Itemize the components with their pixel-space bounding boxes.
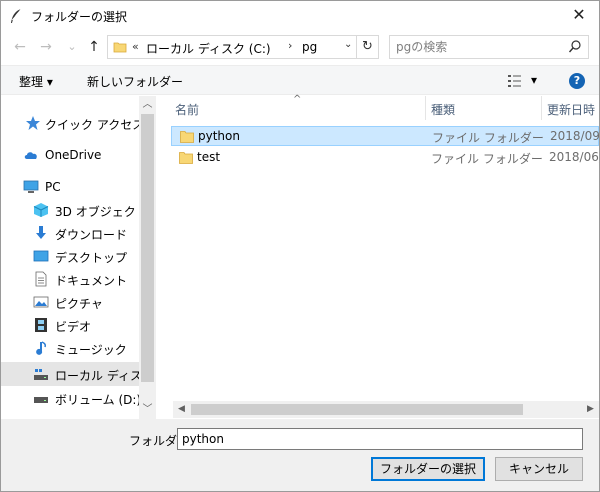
- column-header-modified[interactable]: 更新日時: [547, 101, 595, 118]
- sidebar-item-local-disk-c[interactable]: ローカル ディスク (C: [1, 362, 171, 386]
- sidebar-item-music[interactable]: ミュージック: [1, 337, 139, 359]
- refresh-icon[interactable]: ↻: [357, 35, 379, 59]
- file-type: ファイル フォルダー: [431, 152, 543, 166]
- breadcrumb-local-disk[interactable]: ローカル ディスク (C:): [146, 40, 271, 57]
- up-arrow-icon[interactable]: ↑: [85, 37, 103, 57]
- scrollbar-thumb[interactable]: [141, 114, 154, 382]
- search-icon[interactable]: [568, 39, 582, 55]
- horizontal-scrollbar[interactable]: ◀ ▶: [173, 401, 599, 418]
- drive-icon: [34, 369, 48, 380]
- sidebar-item-label: ドキュメント: [55, 274, 128, 288]
- sidebar-item-label: ビデオ: [55, 320, 92, 334]
- folder-icon: [113, 42, 127, 53]
- folder-picker-dialog: フォルダーの選択 ✕ ← → ⌄ ↑ « ローカル ディスク (C:) › pg…: [0, 0, 600, 492]
- view-dropdown-icon: ▾: [531, 73, 538, 87]
- change-view-button[interactable]: ▾: [507, 73, 541, 88]
- sidebar-item-documents[interactable]: ドキュメント: [1, 268, 139, 290]
- sidebar-item-label: ミュージック: [55, 343, 127, 357]
- file-date: 2018/09/1: [550, 129, 600, 143]
- view-list-icon: [508, 75, 521, 87]
- cube-icon: [33, 203, 49, 217]
- close-icon[interactable]: ✕: [567, 5, 591, 27]
- document-icon: [35, 271, 47, 287]
- file-date: 2018/06/2: [549, 150, 599, 164]
- sidebar-item-label: クイック アクセス: [45, 118, 145, 132]
- file-row-python[interactable]: python ファイル フォルダー 2018/09/1: [171, 126, 599, 146]
- address-dropdown-icon[interactable]: ⌄: [344, 39, 352, 50]
- column-divider[interactable]: [541, 96, 542, 120]
- sidebar-item-pictures[interactable]: ピクチャ: [1, 291, 139, 313]
- drive-icon: [34, 397, 48, 403]
- column-header-row: ^ 名前 種類 更新日時: [157, 94, 599, 120]
- help-icon[interactable]: ?: [569, 73, 585, 89]
- window-title: フォルダーの選択: [31, 10, 128, 24]
- sidebar-item-pc[interactable]: PC: [1, 176, 139, 198]
- forward-arrow-icon[interactable]: →: [37, 37, 55, 57]
- file-name: python: [198, 129, 240, 143]
- column-divider[interactable]: [425, 96, 426, 120]
- select-folder-button[interactable]: フォルダーの選択: [371, 457, 485, 481]
- folder-icon: [179, 152, 193, 164]
- monitor-icon: [23, 180, 39, 193]
- recent-locations-icon[interactable]: ⌄: [63, 37, 81, 57]
- scroll-left-icon[interactable]: ◀: [173, 401, 190, 418]
- search-box[interactable]: [389, 35, 589, 59]
- column-header-name[interactable]: 名前: [175, 101, 199, 118]
- title-bar: フォルダーの選択 ✕: [1, 1, 599, 31]
- scroll-up-icon[interactable]: ︿: [139, 96, 156, 113]
- sidebar-item-volume-d[interactable]: ボリューム (D:): [1, 387, 142, 409]
- breadcrumb-separator-icon[interactable]: ›: [288, 39, 292, 52]
- back-arrow-icon[interactable]: ←: [11, 37, 29, 57]
- sidebar-item-3d-objects[interactable]: 3D オブジェクト: [1, 199, 148, 221]
- scrollbar-thumb[interactable]: [191, 404, 523, 415]
- navigation-scrollbar[interactable]: ︿ ﹀: [139, 96, 156, 419]
- sidebar-item-videos[interactable]: ビデオ: [1, 314, 139, 336]
- feather-icon: [11, 8, 22, 23]
- music-icon: [36, 341, 46, 355]
- scroll-right-icon[interactable]: ▶: [582, 401, 599, 418]
- sidebar-item-label: PC: [45, 180, 61, 194]
- download-icon: [36, 226, 46, 239]
- search-input[interactable]: [396, 39, 556, 55]
- sidebar-item-label: デスクトップ: [55, 251, 128, 265]
- column-header-type[interactable]: 種類: [431, 101, 455, 118]
- sidebar-item-label: OneDrive: [45, 148, 102, 162]
- file-row-test[interactable]: test ファイル フォルダー 2018/06/2: [171, 148, 599, 168]
- organize-button[interactable]: 整理 ▾: [19, 73, 53, 90]
- sidebar-item-quick-access[interactable]: クイック アクセス: [1, 112, 144, 134]
- star-icon: [26, 116, 40, 130]
- sidebar-item-onedrive[interactable]: OneDrive: [1, 144, 139, 166]
- new-folder-button[interactable]: 新しいフォルダー: [87, 73, 183, 90]
- dialog-footer: フォルダー: フォルダーの選択 キャンセル: [1, 419, 599, 491]
- cancel-button[interactable]: キャンセル: [495, 457, 583, 481]
- desktop-icon: [33, 250, 49, 262]
- address-bar[interactable]: « ローカル ディスク (C:) › pg ⌄: [107, 35, 357, 59]
- sidebar-item-label: ピクチャ: [55, 297, 103, 311]
- command-bar: 整理 ▾ 新しいフォルダー ▾ ?: [1, 65, 599, 95]
- overflow-chevron-icon[interactable]: «: [132, 40, 139, 53]
- sidebar-item-label: 3D オブジェクト: [55, 205, 148, 219]
- pictures-icon: [33, 296, 49, 308]
- sort-ascending-icon: ^: [293, 94, 302, 105]
- sidebar-item-downloads[interactable]: ダウンロード: [1, 222, 139, 244]
- cloud-icon: [24, 152, 37, 159]
- video-icon: [35, 318, 47, 332]
- file-list: ^ 名前 種類 更新日時 python ファイル フォルダー 2018/09/1…: [157, 94, 599, 419]
- file-type: ファイル フォルダー: [432, 131, 544, 145]
- address-row: ← → ⌄ ↑ « ローカル ディスク (C:) › pg ⌄ ↻: [1, 33, 599, 63]
- folder-icon: [180, 131, 194, 143]
- sidebar-item-label: ダウンロード: [55, 228, 128, 242]
- sidebar-item-desktop[interactable]: デスクトップ: [1, 245, 139, 267]
- navigation-pane: クイック アクセス OneDrive PC 3D オブジェクト ダウンロード デ…: [1, 96, 171, 419]
- scroll-down-icon[interactable]: ﹀: [139, 401, 156, 418]
- folder-field[interactable]: [177, 428, 583, 450]
- sidebar-item-label: ボリューム (D:): [55, 393, 142, 407]
- breadcrumb-pg[interactable]: pg: [302, 40, 317, 54]
- file-name: test: [197, 150, 221, 164]
